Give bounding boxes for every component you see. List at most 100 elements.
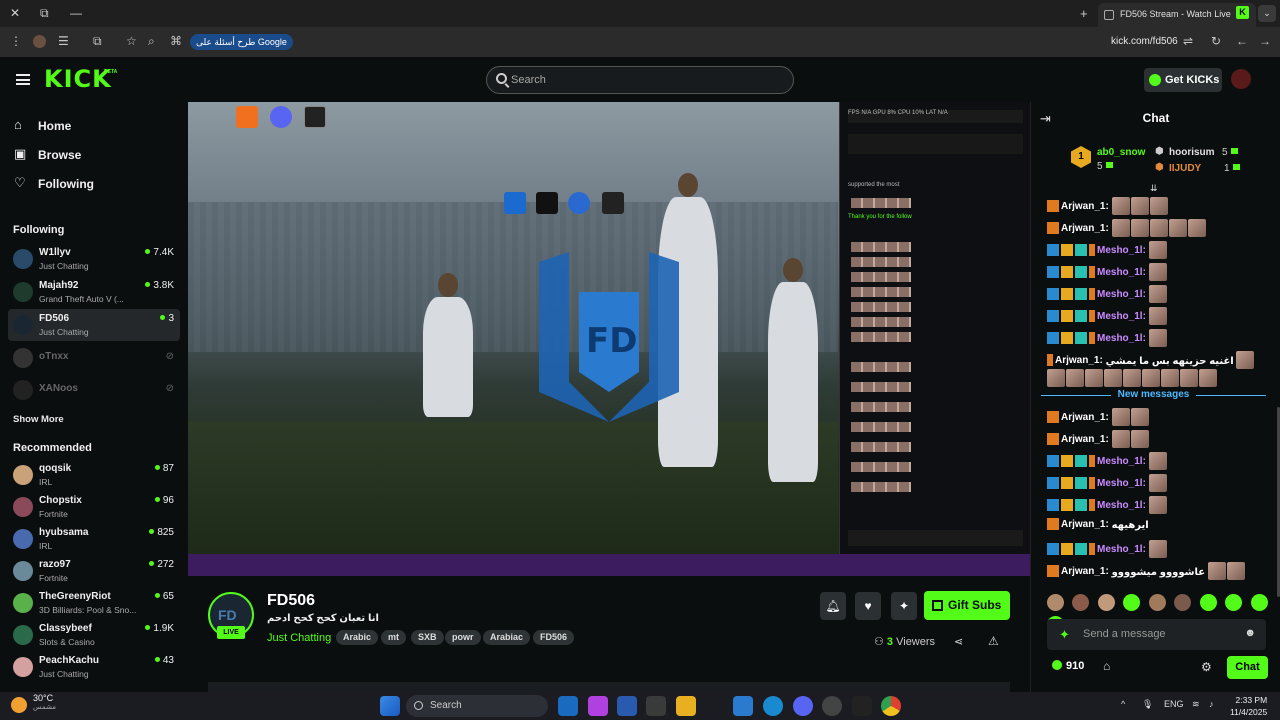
volume-icon[interactable]: ♪: [1209, 699, 1214, 709]
emote[interactable]: [1199, 369, 1217, 387]
store-app-icon[interactable]: [646, 696, 666, 716]
gift-subs-button[interactable]: Gift Subs: [924, 591, 1010, 620]
emote[interactable]: [1111, 197, 1130, 215]
clock[interactable]: 2:33 PM 11/4/2025: [1230, 694, 1267, 718]
chat-username[interactable]: Arjwan_1:: [1061, 566, 1112, 577]
emote[interactable]: [1142, 369, 1160, 387]
store-icon[interactable]: ⌂: [1103, 659, 1110, 673]
emote[interactable]: [1148, 329, 1167, 347]
chat-username[interactable]: Arjwan_1:: [1061, 412, 1112, 423]
windows-start-icon[interactable]: [380, 696, 400, 716]
emote[interactable]: [1250, 594, 1268, 611]
new-messages-divider[interactable]: New messages: [1041, 389, 1266, 400]
emote[interactable]: [1085, 369, 1103, 387]
emote[interactable]: [1123, 594, 1141, 611]
chat-username[interactable]: Mesho_1l:: [1097, 311, 1149, 322]
follow-heart-button[interactable]: ♥: [855, 592, 881, 620]
emote[interactable]: [1161, 369, 1179, 387]
extensions-icon[interactable]: ⧉: [93, 34, 102, 49]
emote[interactable]: [1123, 369, 1141, 387]
microphone-icon[interactable]: 🎙︎: [1142, 699, 1153, 710]
emote[interactable]: [1130, 219, 1149, 237]
recommended-channel[interactable]: Classybeef Slots & Casino 1.9K: [8, 619, 180, 651]
emote[interactable]: [1097, 594, 1115, 611]
emote[interactable]: [1111, 219, 1130, 237]
emote[interactable]: [1148, 241, 1167, 259]
expand-leaderboard-icon[interactable]: ⇊: [1150, 183, 1158, 194]
wifi-icon[interactable]: ≋: [1192, 699, 1200, 710]
sparkle-button[interactable]: ✦: [891, 592, 917, 620]
emote[interactable]: [1130, 197, 1149, 215]
chat-username[interactable]: Mesho_1l:: [1097, 478, 1149, 489]
nav-home[interactable]: ⌂ Home: [14, 117, 71, 135]
url-text[interactable]: kick.com/fd506: [1111, 36, 1178, 47]
stream-tag[interactable]: Arabiac: [483, 630, 531, 645]
discord-taskbar-icon[interactable]: [793, 696, 813, 716]
bookmark-star-icon[interactable]: ☆: [126, 34, 137, 48]
browser-tab[interactable]: FD506 Stream - Watch Live: [1098, 3, 1256, 27]
reading-list-icon[interactable]: ☰: [58, 34, 69, 48]
emote[interactable]: [1148, 496, 1167, 514]
input-language[interactable]: ENG: [1164, 699, 1184, 709]
chat-username[interactable]: Arjwan_1:: [1061, 519, 1112, 530]
emote[interactable]: [1149, 219, 1168, 237]
nav-following[interactable]: ♡ Following: [14, 175, 94, 193]
following-channel-active[interactable]: FD506 Just Chatting 3: [8, 309, 180, 341]
emote[interactable]: [1226, 562, 1245, 580]
emote[interactable]: [1148, 594, 1166, 611]
recommended-channel[interactable]: PeachKachu Just Chatting 43: [8, 651, 180, 683]
recommended-channel[interactable]: Chopstix Fortnite 96: [8, 491, 180, 523]
emote[interactable]: [1047, 369, 1065, 387]
emote[interactable]: [1148, 285, 1167, 303]
kick-logo[interactable]: KICK: [44, 65, 112, 93]
chat-username[interactable]: Mesho_1l:: [1097, 245, 1149, 256]
emote[interactable]: [1148, 474, 1167, 492]
new-tab-icon[interactable]: +: [1080, 6, 1088, 21]
following-channel-offline[interactable]: XANoos ⊘: [8, 374, 180, 406]
close-window-icon[interactable]: ✕: [10, 6, 20, 20]
stream-tag[interactable]: Arabic: [336, 630, 379, 645]
emote[interactable]: [1187, 219, 1206, 237]
following-channel-offline[interactable]: oTnxx ⊘: [8, 342, 180, 374]
emote[interactable]: [1180, 369, 1198, 387]
leaderboard-name[interactable]: ab0_snow: [1097, 147, 1145, 158]
weather-widget[interactable]: 30°C مشمس: [33, 693, 56, 711]
tab-search-chevron-icon[interactable]: ⌄: [1258, 5, 1276, 22]
zoom-search-icon[interactable]: ⌕: [148, 34, 155, 49]
streamer-name[interactable]: FD506: [267, 592, 315, 610]
search-bar[interactable]: [486, 66, 794, 94]
emote[interactable]: [1072, 594, 1090, 611]
emote[interactable]: [1130, 430, 1149, 448]
copilot-icon[interactable]: [588, 696, 608, 716]
emote[interactable]: [1148, 307, 1167, 325]
menu-dots-icon[interactable]: ⋮: [10, 34, 22, 48]
get-kicks-button[interactable]: Get KICKs: [1144, 68, 1222, 92]
chat-username[interactable]: Mesho_1l:: [1097, 456, 1149, 467]
following-channel[interactable]: Majah92 Grand Theft Auto V (... 3.8K: [8, 276, 180, 308]
outlook-icon[interactable]: [558, 696, 578, 716]
chat-username[interactable]: Mesho_1l:: [1097, 333, 1149, 344]
chat-message-input[interactable]: [1083, 626, 1233, 642]
chat-send-button[interactable]: Chat: [1227, 656, 1268, 679]
emote[interactable]: [1130, 408, 1149, 426]
emote[interactable]: [1149, 197, 1168, 215]
recommended-channel[interactable]: TheGreenyRiot 3D Billiards: Pool & Sno..…: [8, 587, 180, 619]
emote[interactable]: [1168, 219, 1187, 237]
forward-icon[interactable]: ←: [1236, 34, 1248, 48]
sparkle-icon[interactable]: ✦: [1059, 627, 1070, 643]
emote[interactable]: [1199, 594, 1217, 611]
chat-input-box[interactable]: ✦ ☻: [1047, 619, 1266, 650]
site-settings-icon[interactable]: ⇌: [1183, 34, 1193, 48]
google-ask-chip[interactable]: طرح أسئلة على Google: [190, 34, 293, 50]
defender-icon[interactable]: [617, 696, 637, 716]
stream-tag[interactable]: mt: [381, 630, 406, 645]
recommended-channel[interactable]: qoqsik IRL 87: [8, 459, 180, 491]
share-icon[interactable]: ⋖: [954, 635, 963, 648]
emote[interactable]: [1104, 369, 1122, 387]
stream-category[interactable]: Just Chatting: [267, 632, 331, 644]
emote[interactable]: [1111, 408, 1130, 426]
reload-icon[interactable]: ↻: [1211, 34, 1221, 48]
emote[interactable]: [1225, 594, 1243, 611]
emote[interactable]: [1207, 562, 1226, 580]
taskbar-search[interactable]: Search: [406, 695, 548, 717]
